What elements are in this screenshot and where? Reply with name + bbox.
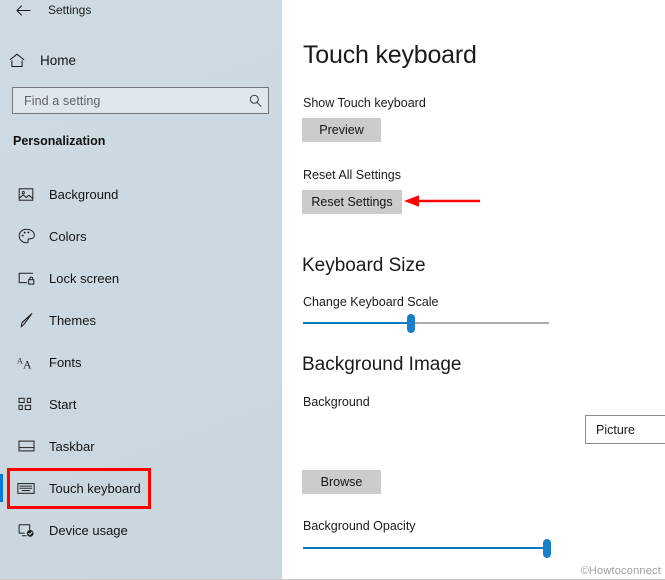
svg-text:A: A [23,359,32,369]
sidebar-item-fonts[interactable]: A A Fonts [0,341,282,383]
palette-icon [9,228,43,244]
background-type-value: Picture [596,422,635,437]
keyboard-size-heading: Keyboard Size [302,255,426,276]
sidebar-item-themes[interactable]: Themes [0,299,282,341]
sidebar-nav-list: Background Colors Lock screen Themes A A… [0,173,282,551]
slider-track-fill [303,547,547,549]
start-tiles-icon [9,397,43,412]
picture-icon [9,187,43,202]
sidebar-item-start-label: Start [49,396,77,412]
page-title: Touch keyboard [303,41,477,69]
lock-screen-icon [9,271,43,286]
brush-icon [9,312,43,328]
search-input-placeholder: Find a setting [24,93,101,108]
sidebar-item-background[interactable]: Background [0,173,282,215]
watermark: ©Howtoconnect [580,565,661,577]
home-icon [0,53,34,68]
sidebar-item-themes-label: Themes [49,312,96,328]
show-touch-keyboard-label: Show Touch keyboard [303,96,426,110]
sidebar-item-colors[interactable]: Colors [0,215,282,257]
sidebar-item-lock-screen-label: Lock screen [49,270,120,286]
sidebar-item-taskbar[interactable]: Taskbar [0,425,282,467]
back-arrow-icon[interactable] [8,4,38,16]
sidebar-section-header: Personalization [13,134,106,148]
sidebar-item-start[interactable]: Start [0,383,282,425]
search-icon[interactable] [242,94,268,107]
background-image-heading: Background Image [302,354,462,375]
taskbar-icon [9,439,43,453]
main-content: Touch keyboard Show Touch keyboard Previ… [282,0,665,580]
reset-settings-button[interactable]: Reset Settings [302,190,402,214]
slider-track-fill [303,322,412,324]
slider-thumb[interactable] [407,314,416,333]
reset-all-settings-label: Reset All Settings [303,168,401,182]
slider-thumb[interactable] [542,539,551,558]
background-label: Background [303,395,370,409]
sidebar-item-fonts-label: Fonts [49,354,82,370]
settings-window: Settings Home Find a setting Personaliza… [0,0,665,580]
sidebar-item-home-label: Home [40,52,77,68]
selection-indicator [0,474,3,502]
preview-button[interactable]: Preview [302,118,381,142]
titlebar-title: Settings [48,3,92,17]
sidebar-item-home[interactable]: Home [0,46,282,74]
device-usage-icon [9,523,43,538]
search-input[interactable]: Find a setting [12,87,269,114]
sidebar-item-background-label: Background [49,186,119,202]
keyboard-scale-slider[interactable] [303,313,549,333]
titlebar: Settings [0,0,282,20]
svg-text:A: A [17,356,23,365]
slider-track-rest [411,322,549,324]
background-opacity-slider[interactable] [303,538,551,558]
keyboard-icon [9,482,43,495]
sidebar-item-touch-keyboard[interactable]: Touch keyboard [0,467,282,509]
sidebar-item-device-usage[interactable]: Device usage [0,509,282,551]
change-keyboard-scale-label: Change Keyboard Scale [303,295,439,309]
background-type-dropdown[interactable]: Picture [585,415,665,444]
sidebar-item-device-usage-label: Device usage [49,522,128,538]
sidebar-item-touch-keyboard-label: Touch keyboard [49,480,141,496]
sidebar: Settings Home Find a setting Personaliza… [0,0,282,580]
sidebar-item-colors-label: Colors [49,228,87,244]
background-opacity-label: Background Opacity [303,519,416,533]
sidebar-item-lock-screen[interactable]: Lock screen [0,257,282,299]
font-aa-icon: A A [9,355,43,370]
browse-button[interactable]: Browse [302,470,381,494]
sidebar-item-taskbar-label: Taskbar [49,438,95,454]
